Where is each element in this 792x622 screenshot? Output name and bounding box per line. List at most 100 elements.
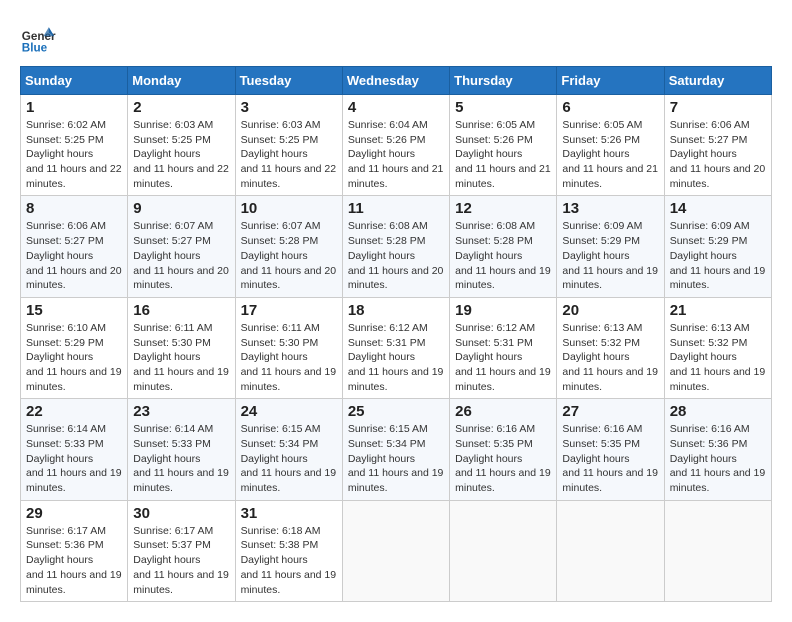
day-info: Sunrise: 6:14 AMSunset: 5:33 PMDaylight … [133,422,229,495]
day-info: Sunrise: 6:08 AMSunset: 5:28 PMDaylight … [455,219,551,292]
day-number: 19 [455,302,551,319]
day-info: Sunrise: 6:11 AMSunset: 5:30 PMDaylight … [241,321,337,394]
day-number: 15 [26,302,122,319]
day-number: 12 [455,200,551,217]
calendar-cell [557,500,664,601]
day-info: Sunrise: 6:16 AMSunset: 5:35 PMDaylight … [562,422,658,495]
day-number: 23 [133,403,229,420]
day-number: 6 [562,99,658,116]
day-number: 18 [348,302,444,319]
day-info: Sunrise: 6:15 AMSunset: 5:34 PMDaylight … [241,422,337,495]
calendar-cell: 9Sunrise: 6:07 AMSunset: 5:27 PMDaylight… [128,196,235,297]
day-info: Sunrise: 6:11 AMSunset: 5:30 PMDaylight … [133,321,229,394]
calendar-cell: 23 Sunrise: 6:14 AMSunset: 5:33 PMDayligh… [128,399,235,500]
day-info: Sunrise: 6:03 AMSunset: 5:25 PMDaylight … [133,118,229,191]
calendar-cell: 24 Sunrise: 6:15 AMSunset: 5:34 PMDayligh… [235,399,342,500]
calendar-cell [450,500,557,601]
calendar-cell: 1 Sunrise: 6:02 AMSunset: 5:25 PMDaylight… [21,95,128,196]
calendar-cell: 12 Sunrise: 6:08 AMSunset: 5:28 PMDayligh… [450,196,557,297]
calendar-cell: 11 Sunrise: 6:08 AMSunset: 5:28 PMDayligh… [342,196,449,297]
calendar-cell: 18 Sunrise: 6:12 AMSunset: 5:31 PMDayligh… [342,297,449,398]
calendar-cell: 10Sunrise: 6:07 AMSunset: 5:28 PMDayligh… [235,196,342,297]
day-of-week-header: Sunday [21,67,128,95]
day-number: 26 [455,403,551,420]
day-number: 5 [455,99,551,116]
day-of-week-header: Thursday [450,67,557,95]
day-info: Sunrise: 6:05 AMSunset: 5:26 PMDaylight … [455,118,551,191]
calendar-table: SundayMondayTuesdayWednesdayThursdayFrid… [20,66,772,602]
day-number: 21 [670,302,766,319]
day-info: Sunrise: 6:17 AMSunset: 5:37 PMDaylight … [133,524,229,597]
day-of-week-header: Saturday [664,67,771,95]
calendar-cell: 17 Sunrise: 6:11 AMSunset: 5:30 PMDayligh… [235,297,342,398]
day-number: 28 [670,403,766,420]
day-info: Sunrise: 6:18 AMSunset: 5:38 PMDaylight … [241,524,337,597]
calendar-cell [342,500,449,601]
day-info: Sunrise: 6:06 AMSunset: 5:27 PMDaylight … [26,219,122,292]
calendar-cell: 3 Sunrise: 6:03 AMSunset: 5:25 PMDaylight… [235,95,342,196]
day-info: Sunrise: 6:13 AMSunset: 5:32 PMDaylight … [562,321,658,394]
day-info: Sunrise: 6:17 AMSunset: 5:36 PMDaylight … [26,524,122,597]
day-number: 13 [562,200,658,217]
day-number: 25 [348,403,444,420]
calendar-cell: 14 Sunrise: 6:09 AMSunset: 5:29 PMDayligh… [664,196,771,297]
day-info: Sunrise: 6:10 AMSunset: 5:29 PMDaylight … [26,321,122,394]
day-number: 17 [241,302,337,319]
day-info: Sunrise: 6:08 AMSunset: 5:28 PMDaylight … [348,219,444,292]
day-info: Sunrise: 6:12 AMSunset: 5:31 PMDaylight … [348,321,444,394]
calendar-cell: 19Sunrise: 6:12 AMSunset: 5:31 PMDayligh… [450,297,557,398]
svg-text:Blue: Blue [22,42,48,55]
day-info: Sunrise: 6:16 AMSunset: 5:35 PMDaylight … [455,422,551,495]
day-number: 1 [26,99,122,116]
day-of-week-header: Tuesday [235,67,342,95]
day-number: 16 [133,302,229,319]
day-of-week-header: Friday [557,67,664,95]
day-number: 7 [670,99,766,116]
day-number: 24 [241,403,337,420]
calendar-cell: 15 Sunrise: 6:10 AMSunset: 5:29 PMDayligh… [21,297,128,398]
day-number: 30 [133,505,229,522]
calendar-cell: 29 Sunrise: 6:17 AMSunset: 5:36 PMDayligh… [21,500,128,601]
calendar-cell: 28Sunrise: 6:16 AMSunset: 5:36 PMDayligh… [664,399,771,500]
calendar-week-row: 29 Sunrise: 6:17 AMSunset: 5:36 PMDayligh… [21,500,772,601]
day-number: 27 [562,403,658,420]
day-info: Sunrise: 6:07 AMSunset: 5:28 PMDaylight … [241,219,337,292]
calendar-week-row: 22 Sunrise: 6:14 AMSunset: 5:33 PMDayligh… [21,399,772,500]
calendar-week-row: 1 Sunrise: 6:02 AMSunset: 5:25 PMDaylight… [21,95,772,196]
calendar-cell: 6 Sunrise: 6:05 AMSunset: 5:26 PMDaylight… [557,95,664,196]
day-of-week-header: Wednesday [342,67,449,95]
calendar-cell: 31Sunrise: 6:18 AMSunset: 5:38 PMDayligh… [235,500,342,601]
day-number: 4 [348,99,444,116]
day-number: 14 [670,200,766,217]
day-info: Sunrise: 6:14 AMSunset: 5:33 PMDaylight … [26,422,122,495]
day-info: Sunrise: 6:15 AMSunset: 5:34 PMDaylight … [348,422,444,495]
calendar-cell: 25 Sunrise: 6:15 AMSunset: 5:34 PMDayligh… [342,399,449,500]
calendar-cell: 26 Sunrise: 6:16 AMSunset: 5:35 PMDayligh… [450,399,557,500]
day-number: 2 [133,99,229,116]
day-info: Sunrise: 6:02 AMSunset: 5:25 PMDaylight … [26,118,122,191]
calendar-cell: 4 Sunrise: 6:04 AMSunset: 5:26 PMDaylight… [342,95,449,196]
day-info: Sunrise: 6:09 AMSunset: 5:29 PMDaylight … [670,219,766,292]
day-info: Sunrise: 6:09 AMSunset: 5:29 PMDaylight … [562,219,658,292]
calendar-cell: 13 Sunrise: 6:09 AMSunset: 5:29 PMDayligh… [557,196,664,297]
calendar-week-row: 15 Sunrise: 6:10 AMSunset: 5:29 PMDayligh… [21,297,772,398]
day-info: Sunrise: 6:03 AMSunset: 5:25 PMDaylight … [241,118,337,191]
day-number: 11 [348,200,444,217]
day-number: 22 [26,403,122,420]
day-number: 29 [26,505,122,522]
day-number: 9 [133,200,229,217]
calendar-header-row: SundayMondayTuesdayWednesdayThursdayFrid… [21,67,772,95]
calendar-cell: 8 Sunrise: 6:06 AMSunset: 5:27 PMDaylight… [21,196,128,297]
day-number: 8 [26,200,122,217]
calendar-cell: 7Sunrise: 6:06 AMSunset: 5:27 PMDaylight… [664,95,771,196]
logo-icon: General Blue [20,20,56,56]
calendar-cell: 20Sunrise: 6:13 AMSunset: 5:32 PMDayligh… [557,297,664,398]
calendar-cell [664,500,771,601]
day-info: Sunrise: 6:13 AMSunset: 5:32 PMDaylight … [670,321,766,394]
day-info: Sunrise: 6:04 AMSunset: 5:26 PMDaylight … [348,118,444,191]
day-number: 3 [241,99,337,116]
calendar-cell: 30 Sunrise: 6:17 AMSunset: 5:37 PMDayligh… [128,500,235,601]
day-info: Sunrise: 6:05 AMSunset: 5:26 PMDaylight … [562,118,658,191]
calendar-cell: 16 Sunrise: 6:11 AMSunset: 5:30 PMDayligh… [128,297,235,398]
calendar-cell: 21 Sunrise: 6:13 AMSunset: 5:32 PMDayligh… [664,297,771,398]
